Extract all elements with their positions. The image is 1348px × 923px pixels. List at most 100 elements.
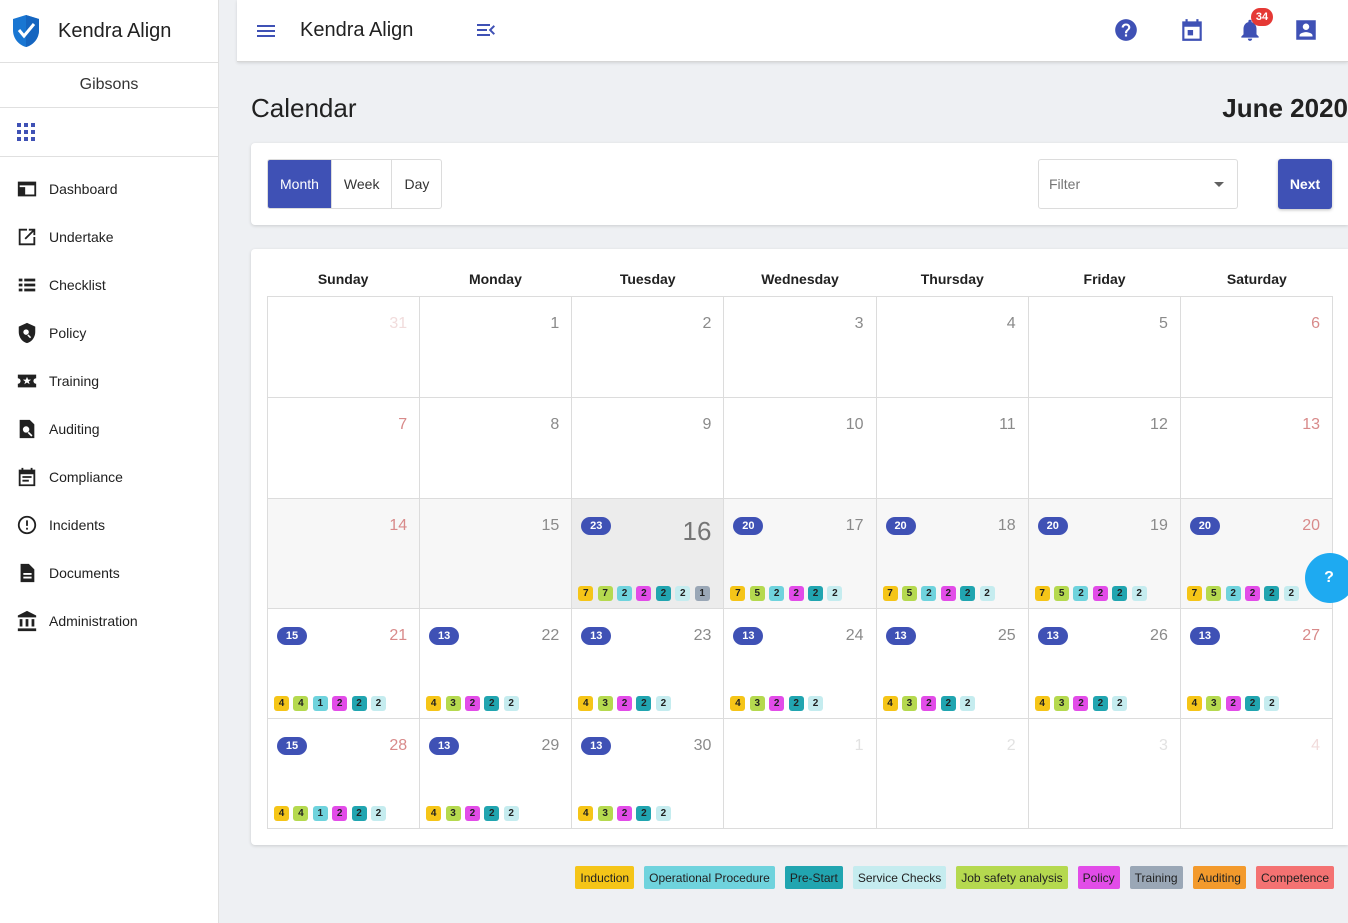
category-chip-jsa[interactable]: 5 xyxy=(1206,586,1222,601)
category-chip-policy[interactable]: 2 xyxy=(1245,586,1261,601)
category-chip-prestart[interactable]: 2 xyxy=(655,586,671,601)
sidebar-item-auditing[interactable]: Auditing xyxy=(0,405,218,453)
category-chip-induction[interactable]: 4 xyxy=(882,696,898,711)
calendar-day-cell[interactable]: 14 xyxy=(268,499,421,609)
category-chip-policy[interactable]: 2 xyxy=(636,586,652,601)
calendar-day-cell[interactable]: 29 13 4 3 2 2 2 xyxy=(420,719,573,829)
category-chip-prestart[interactable]: 2 xyxy=(636,696,652,711)
org-name[interactable]: Gibsons xyxy=(0,63,218,108)
category-chip-service[interactable]: 2 xyxy=(655,806,671,821)
category-chip-induction[interactable]: 4 xyxy=(578,696,594,711)
category-chip-jsa[interactable]: 3 xyxy=(1206,696,1222,711)
event-count-badge[interactable]: 13 xyxy=(1037,627,1068,645)
menu-icon[interactable] xyxy=(254,19,278,43)
calendar-day-cell[interactable]: 21 15 4 4 1 2 2 2 xyxy=(268,609,421,719)
category-chip-jsa[interactable]: 3 xyxy=(1054,696,1070,711)
category-chip-induction[interactable]: 7 xyxy=(578,586,594,601)
apps-grid-button[interactable] xyxy=(0,108,218,157)
category-chip-service[interactable]: 2 xyxy=(370,806,386,821)
category-chip-prestart[interactable]: 2 xyxy=(940,696,956,711)
category-chip-induction[interactable]: 4 xyxy=(1034,696,1050,711)
category-chip-service[interactable]: 2 xyxy=(675,586,691,601)
category-chip-policy[interactable]: 2 xyxy=(464,696,480,711)
category-chip-service[interactable]: 2 xyxy=(1112,696,1128,711)
sidebar-item-training[interactable]: Training xyxy=(0,357,218,405)
category-chip-prestart[interactable]: 2 xyxy=(484,696,500,711)
category-chip-service[interactable]: 2 xyxy=(1283,586,1299,601)
category-chip-prestart[interactable]: 2 xyxy=(484,806,500,821)
legend-item-policy[interactable]: Policy xyxy=(1077,866,1120,889)
category-chip-jsa[interactable]: 3 xyxy=(597,806,613,821)
event-count-badge[interactable]: 20 xyxy=(1037,517,1068,535)
category-chip-service[interactable]: 2 xyxy=(655,696,671,711)
category-chip-service[interactable]: 2 xyxy=(960,696,976,711)
event-count-badge[interactable]: 13 xyxy=(581,627,612,645)
category-chip-service[interactable]: 2 xyxy=(1264,696,1280,711)
category-chip-jsa[interactable]: 3 xyxy=(597,696,613,711)
calendar-day-cell[interactable]: 1 xyxy=(420,297,573,398)
calendar-day-cell[interactable]: 3 xyxy=(1028,719,1181,829)
category-chip-induction[interactable]: 4 xyxy=(578,806,594,821)
event-count-badge[interactable]: 13 xyxy=(429,627,460,645)
category-chip-induction[interactable]: 4 xyxy=(1186,696,1202,711)
category-chip-policy[interactable]: 2 xyxy=(464,806,480,821)
category-chip-policy[interactable]: 2 xyxy=(617,806,633,821)
category-chip-policy[interactable]: 2 xyxy=(921,696,937,711)
category-chip-service[interactable]: 2 xyxy=(1131,586,1147,601)
category-chip-jsa[interactable]: 4 xyxy=(293,806,309,821)
event-count-badge[interactable]: 13 xyxy=(885,627,916,645)
event-count-badge[interactable]: 23 xyxy=(581,517,612,535)
category-chip-prestart[interactable]: 2 xyxy=(351,806,367,821)
legend-item-training[interactable]: Training xyxy=(1129,866,1183,889)
calendar-day-cell[interactable]: 4 xyxy=(876,297,1029,398)
view-week-button[interactable]: Week xyxy=(332,160,393,208)
category-chip-operational[interactable]: 2 xyxy=(617,586,633,601)
category-chip-jsa[interactable]: 5 xyxy=(749,586,765,601)
calendar-day-cell[interactable]: 27 13 4 3 2 2 2 xyxy=(1180,609,1333,719)
category-chip-jsa[interactable]: 3 xyxy=(445,806,461,821)
help-button[interactable] xyxy=(1113,17,1139,43)
calendar-day-cell[interactable]: 24 13 4 3 2 2 2 xyxy=(724,609,877,719)
calendar-day-cell[interactable]: 2 xyxy=(876,719,1029,829)
calendar-day-cell[interactable]: 10 xyxy=(724,398,877,499)
sidebar-item-compliance[interactable]: Compliance xyxy=(0,453,218,501)
category-chip-service[interactable]: 2 xyxy=(827,586,843,601)
category-chip-policy[interactable]: 2 xyxy=(1073,696,1089,711)
sidebar-item-dashboard[interactable]: Dashboard xyxy=(0,165,218,213)
category-chip-prestart[interactable]: 2 xyxy=(807,586,823,601)
calendar-day-cell[interactable]: 15 xyxy=(420,499,573,609)
calendar-day-cell[interactable]: 6 xyxy=(1180,297,1333,398)
category-chip-jsa[interactable]: 5 xyxy=(901,586,917,601)
category-chip-service[interactable]: 2 xyxy=(807,696,823,711)
calendar-day-cell[interactable]: 25 13 4 3 2 2 2 xyxy=(876,609,1029,719)
calendar-day-cell[interactable]: 13 xyxy=(1180,398,1333,499)
event-count-badge[interactable]: 20 xyxy=(1189,517,1220,535)
category-chip-prestart[interactable]: 2 xyxy=(1264,586,1280,601)
calendar-day-cell[interactable]: 7 xyxy=(268,398,421,499)
brand[interactable]: Kendra Align xyxy=(0,0,218,63)
calendar-day-cell[interactable]: 22 13 4 3 2 2 2 xyxy=(420,609,573,719)
category-chip-policy[interactable]: 2 xyxy=(1092,586,1108,601)
legend-item-operational[interactable]: Operational Procedure xyxy=(644,866,775,889)
calendar-day-cell[interactable]: 23 13 4 3 2 2 2 xyxy=(572,609,725,719)
category-chip-induction[interactable]: 7 xyxy=(730,586,746,601)
category-chip-induction[interactable]: 4 xyxy=(426,806,442,821)
legend-item-induction[interactable]: Induction xyxy=(575,866,635,889)
category-chip-induction[interactable]: 4 xyxy=(274,696,289,711)
category-chip-operational[interactable]: 2 xyxy=(921,586,937,601)
sidebar-item-policy[interactable]: Policy xyxy=(0,309,218,357)
category-chip-operational[interactable]: 1 xyxy=(312,696,328,711)
event-count-badge[interactable]: 15 xyxy=(277,737,307,755)
category-chip-service[interactable]: 2 xyxy=(503,696,519,711)
category-chip-policy[interactable]: 2 xyxy=(788,586,804,601)
category-chip-prestart[interactable]: 2 xyxy=(636,806,652,821)
legend-item-service[interactable]: Service Checks xyxy=(852,866,947,889)
category-chip-induction[interactable]: 7 xyxy=(1186,586,1202,601)
category-chip-service[interactable]: 2 xyxy=(503,806,519,821)
legend-item-auditing[interactable]: Auditing xyxy=(1192,866,1246,889)
event-count-badge[interactable]: 20 xyxy=(733,517,764,535)
category-chip-induction[interactable]: 7 xyxy=(1034,586,1050,601)
calendar-day-cell[interactable]: 4 xyxy=(1180,719,1333,829)
category-chip-operational[interactable]: 1 xyxy=(312,806,328,821)
category-chip-induction[interactable]: 4 xyxy=(274,806,289,821)
